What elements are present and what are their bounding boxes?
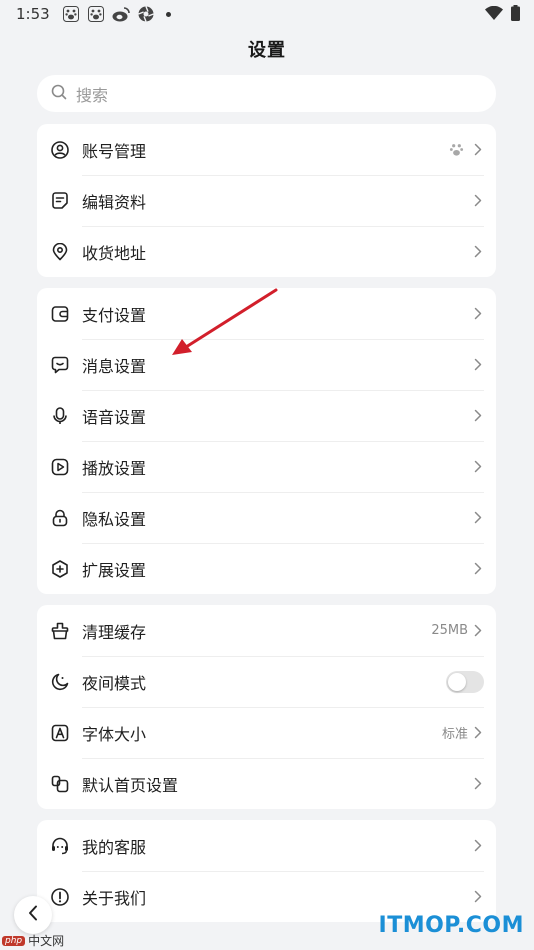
chevron-right-icon xyxy=(472,562,484,576)
settings-item-edit-profile[interactable]: 编辑资料 xyxy=(37,175,496,226)
settings-item-label: 消息设置 xyxy=(82,356,147,376)
play-icon xyxy=(50,457,70,477)
watermark-php-text: 中文网 xyxy=(28,934,65,948)
settings-item-font-size[interactable]: 字体大小 标准 xyxy=(37,707,496,758)
broom-icon xyxy=(50,621,70,641)
settings-item-label: 编辑资料 xyxy=(82,192,147,212)
aperture-icon xyxy=(137,6,155,22)
settings-item-label: 关于我们 xyxy=(82,888,147,908)
paw-icon xyxy=(87,6,105,22)
settings-item-night-mode[interactable]: 夜间模式 xyxy=(37,656,496,707)
info-icon xyxy=(50,887,70,907)
headset-icon xyxy=(50,836,70,856)
settings-item-clear-cache[interactable]: 清理缓存 25MB xyxy=(37,605,496,656)
chevron-right-icon xyxy=(472,245,484,259)
font-size-icon xyxy=(50,723,70,743)
settings-item-label: 收货地址 xyxy=(82,243,147,263)
back-button[interactable] xyxy=(14,896,52,934)
chevron-right-icon xyxy=(472,890,484,904)
watermark-php: php 中文网 xyxy=(2,932,64,949)
home-layout-icon xyxy=(50,774,70,794)
settings-group-support: 我的客服 关于我们 xyxy=(37,820,496,922)
watermark-itmop: ITMOP.COM xyxy=(378,913,524,938)
paw-icon xyxy=(62,6,80,22)
settings-item-customer-service[interactable]: 我的客服 xyxy=(37,820,496,871)
settings-item-default-homepage[interactable]: 默认首页设置 xyxy=(37,758,496,809)
settings-item-label: 支付设置 xyxy=(82,305,147,325)
weibo-icon xyxy=(112,6,130,22)
settings-item-label: 夜间模式 xyxy=(82,673,147,693)
settings-item-label: 清理缓存 xyxy=(82,622,147,642)
night-mode-toggle[interactable] xyxy=(446,670,484,693)
settings-group-preferences: 支付设置 消息设置 语音设置 播放设置 隐私设置 扩展设置 xyxy=(37,288,496,594)
settings-item-payment[interactable]: 支付设置 xyxy=(37,288,496,339)
search-icon xyxy=(51,84,67,104)
settings-item-account[interactable]: 账号管理 xyxy=(37,124,496,175)
settings-item-messages[interactable]: 消息设置 xyxy=(37,339,496,390)
settings-item-privacy[interactable]: 隐私设置 xyxy=(37,492,496,543)
chevron-right-icon xyxy=(472,358,484,372)
settings-item-voice[interactable]: 语音设置 xyxy=(37,390,496,441)
chevron-left-icon xyxy=(28,905,38,925)
search-input[interactable]: 搜索 xyxy=(37,75,496,112)
chevron-right-icon xyxy=(472,460,484,474)
settings-group-account: 账号管理 编辑资料 收货地址 xyxy=(37,124,496,277)
plus-hexagon-icon xyxy=(50,559,70,579)
settings-group-display: 清理缓存 25MB 夜间模式 字体大小 标准 默认首页设置 xyxy=(37,605,496,809)
font-size-value: 标准 xyxy=(441,727,468,742)
search-placeholder: 搜索 xyxy=(76,85,109,105)
cache-size-value: 25MB xyxy=(431,623,468,638)
chevron-right-icon xyxy=(472,307,484,321)
chevron-right-icon xyxy=(472,624,484,638)
settings-item-playback[interactable]: 播放设置 xyxy=(37,441,496,492)
wifi-icon xyxy=(485,5,503,24)
wallet-icon xyxy=(50,304,70,324)
chevron-right-icon xyxy=(472,143,484,157)
chevron-right-icon xyxy=(472,726,484,740)
notification-dot xyxy=(165,11,171,17)
settings-item-label: 我的客服 xyxy=(82,837,147,857)
lock-icon xyxy=(50,508,70,528)
settings-item-label: 默认首页设置 xyxy=(82,775,179,795)
watermark-php-badge: php xyxy=(2,935,26,946)
page-title: 设置 xyxy=(248,40,286,61)
chevron-right-icon xyxy=(472,194,484,208)
chevron-right-icon xyxy=(472,511,484,525)
settings-item-label: 扩展设置 xyxy=(82,560,147,580)
settings-item-label: 语音设置 xyxy=(82,407,147,427)
toggle-knob xyxy=(448,672,466,691)
settings-item-label: 账号管理 xyxy=(82,141,147,161)
status-bar: 1:53 xyxy=(0,0,534,28)
moon-icon xyxy=(50,672,70,692)
settings-item-label: 播放设置 xyxy=(82,458,147,478)
chevron-right-icon xyxy=(472,777,484,791)
location-pin-icon xyxy=(50,242,70,262)
chevron-right-icon xyxy=(472,839,484,853)
settings-item-label: 隐私设置 xyxy=(82,509,147,529)
battery-icon xyxy=(511,5,520,25)
chevron-right-icon xyxy=(472,409,484,423)
settings-item-address[interactable]: 收货地址 xyxy=(37,226,496,277)
microphone-icon xyxy=(50,406,70,426)
user-circle-icon xyxy=(50,140,70,160)
paw-icon xyxy=(446,140,466,160)
status-time: 1:53 xyxy=(16,5,50,23)
settings-item-label: 字体大小 xyxy=(82,724,147,744)
edit-note-icon xyxy=(50,191,70,211)
settings-item-extensions[interactable]: 扩展设置 xyxy=(37,543,496,594)
message-icon xyxy=(50,355,70,375)
